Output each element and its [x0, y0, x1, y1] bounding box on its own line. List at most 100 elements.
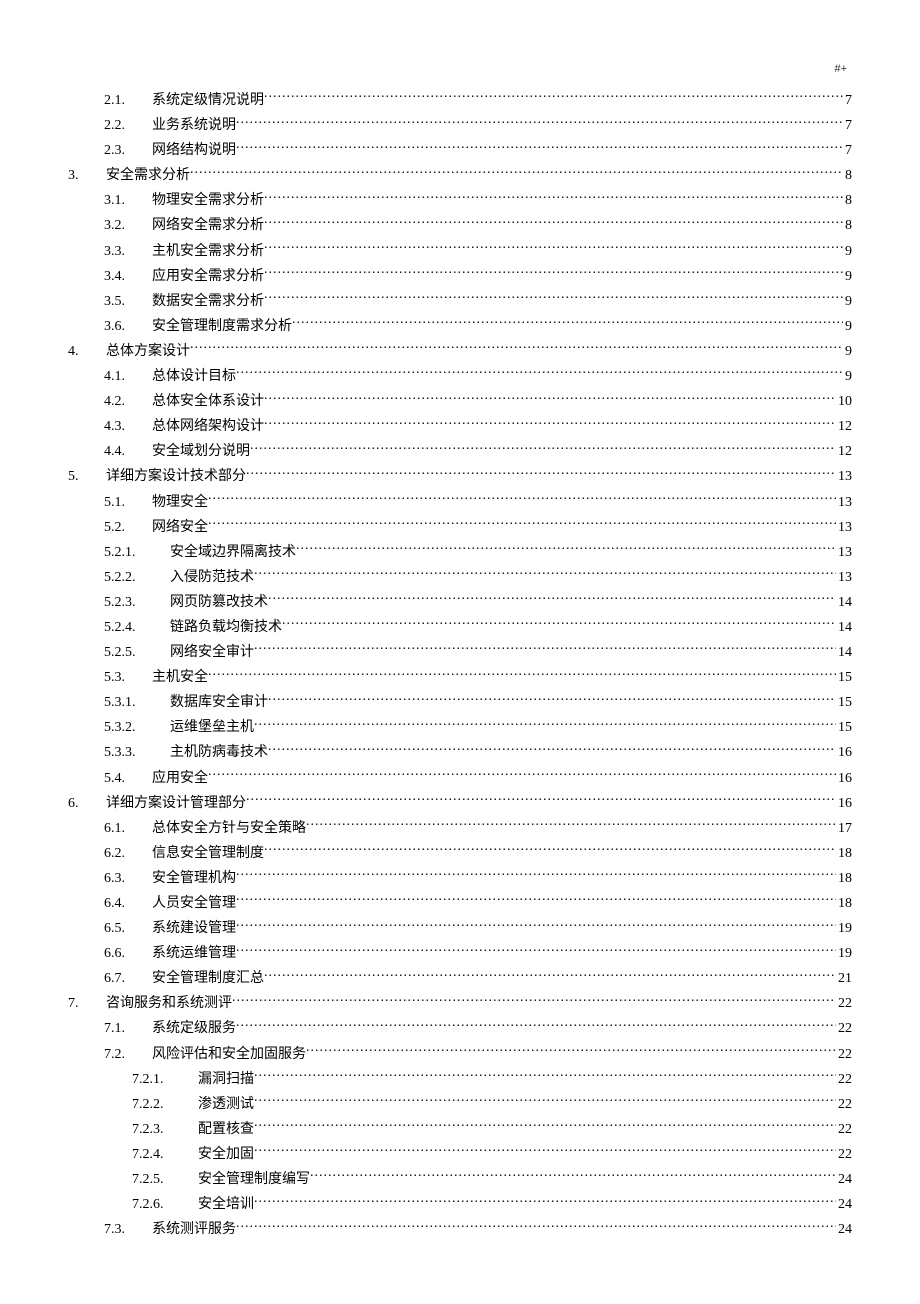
- toc-number: 6.4.: [104, 894, 140, 914]
- toc-leader-dots: [264, 291, 843, 305]
- toc-leader-dots: [268, 742, 836, 756]
- toc-number: 6.6.: [104, 944, 140, 964]
- toc-entry[interactable]: 3.安全需求分析8: [68, 165, 852, 186]
- toc-entry[interactable]: 7.1.系统定级服务22: [68, 1018, 852, 1039]
- toc-leader-dots: [254, 1194, 836, 1208]
- toc-page-number: 12: [836, 442, 852, 462]
- toc-title: 数据安全需求分析: [152, 292, 264, 312]
- toc-entry[interactable]: 4.总体方案设计9: [68, 341, 852, 362]
- toc-page-number: 22: [836, 1045, 852, 1065]
- toc-leader-dots: [296, 542, 836, 556]
- toc-leader-dots: [208, 667, 836, 681]
- toc-entry[interactable]: 2.1.系统定级情况说明7: [68, 90, 852, 111]
- toc-entry[interactable]: 5.2.4.链路负载均衡技术14: [68, 617, 852, 638]
- toc-leader-dots: [232, 993, 836, 1007]
- toc-entry[interactable]: 7.2.6.安全培训24: [68, 1194, 852, 1215]
- toc-entry[interactable]: 5.3.主机安全15: [68, 667, 852, 688]
- toc-title: 系统运维管理: [152, 944, 236, 964]
- toc-leader-dots: [268, 592, 836, 606]
- toc-entry[interactable]: 6.3.安全管理机构18: [68, 868, 852, 889]
- toc-entry[interactable]: 4.4.安全域划分说明12: [68, 441, 852, 462]
- toc-entry[interactable]: 6.4. 人员安全管理 18: [68, 893, 852, 914]
- toc-page-number: 18: [836, 894, 852, 914]
- toc-entry[interactable]: 6.2.信息安全管理制度18: [68, 843, 852, 864]
- toc-page-number: 22: [836, 1019, 852, 1039]
- toc-number: 5.3.3.: [104, 743, 158, 763]
- toc-leader-dots: [254, 1094, 836, 1108]
- toc-leader-dots: [236, 140, 843, 154]
- toc-page-number: 19: [836, 919, 852, 939]
- toc-entry[interactable]: 3.2.网络安全需求分析8: [68, 215, 852, 236]
- toc-title: 安全管理制度编写: [198, 1170, 310, 1190]
- toc-entry[interactable]: 5.3.3.主机防病毒技术16: [68, 742, 852, 763]
- toc-entry[interactable]: 7.2.5.安全管理制度编写24: [68, 1169, 852, 1190]
- toc-leader-dots: [208, 768, 836, 782]
- toc-entry[interactable]: 4.1.总体设计目标9: [68, 366, 852, 387]
- toc-entry[interactable]: 6.5.系统建设管理19: [68, 918, 852, 939]
- toc-number: 6.3.: [104, 869, 140, 889]
- toc-leader-dots: [264, 190, 843, 204]
- toc-number: 3.1.: [104, 191, 140, 211]
- toc-entry[interactable]: 3.1.物理安全需求分析8: [68, 190, 852, 211]
- toc-number: 3.2.: [104, 216, 140, 236]
- toc-entry[interactable]: 3.3.主机安全需求分析9: [68, 241, 852, 262]
- toc-entry[interactable]: 5.2.3.网页防篡改技术14: [68, 592, 852, 613]
- toc-page-number: 7: [843, 141, 852, 161]
- toc-leader-dots: [264, 391, 836, 405]
- toc-entry[interactable]: 4.2.总体安全体系设计10: [68, 391, 852, 412]
- toc-leader-dots: [254, 567, 836, 581]
- toc-entry[interactable]: 5.3.1.数据库安全审计15: [68, 692, 852, 713]
- toc-leader-dots: [310, 1169, 836, 1183]
- toc-entry[interactable]: 7.2.1.漏洞扫描22: [68, 1069, 852, 1090]
- toc-entry[interactable]: 5.2.2.入侵防范技术13: [68, 567, 852, 588]
- toc-entry[interactable]: 6.详细方案设计管理部分16: [68, 793, 852, 814]
- toc-title: 信息安全管理制度: [152, 844, 264, 864]
- toc-number: 3.: [68, 166, 96, 186]
- toc-entry[interactable]: 6.1. 总体安全方针与安全策略 17: [68, 818, 852, 839]
- toc-entry[interactable]: 6.6.系统运维管理19: [68, 943, 852, 964]
- toc-number: 7.2.5.: [132, 1170, 186, 1190]
- toc-entry[interactable]: 5.2.网络安全13: [68, 517, 852, 538]
- toc-entry[interactable]: 3.6.安全管理制度需求分析9: [68, 316, 852, 337]
- toc-entry[interactable]: 7.2.2.渗透测试22: [68, 1094, 852, 1115]
- toc-entry[interactable]: 5.2.5.网络安全审计14: [68, 642, 852, 663]
- toc-title: 人员安全管理: [152, 894, 236, 914]
- toc-title: 物理安全: [152, 493, 208, 513]
- toc-entry[interactable]: 7.2.4.安全加固22: [68, 1144, 852, 1165]
- toc-number: 6.1.: [104, 819, 140, 839]
- toc-entry[interactable]: 5.详细方案设计技术部分13: [68, 466, 852, 487]
- toc-entry[interactable]: 5.1.物理安全13: [68, 492, 852, 513]
- toc-number: 7.: [68, 994, 96, 1014]
- toc-number: 5.2.1.: [104, 543, 158, 563]
- toc-page-number: 13: [836, 467, 852, 487]
- toc-number: 5.3.: [104, 668, 140, 688]
- toc-entry[interactable]: 5.3.2.运维堡垒主机15: [68, 717, 852, 738]
- toc-title: 渗透测试: [198, 1095, 254, 1115]
- toc-entry[interactable]: 4.3.总体网络架构设计12: [68, 416, 852, 437]
- toc-leader-dots: [236, 366, 843, 380]
- toc-entry[interactable]: 7.2.风险评估和安全加固服务22: [68, 1044, 852, 1065]
- toc-entry[interactable]: 7.咨询服务和系统测评22: [68, 993, 852, 1014]
- toc-title: 业务系统说明: [152, 116, 236, 136]
- toc-entry[interactable]: 2.3.网络结构说明7: [68, 140, 852, 161]
- toc-entry[interactable]: 5.2.1.安全域边界隔离技术13: [68, 542, 852, 563]
- toc-entry[interactable]: 3.4.应用安全需求分析9: [68, 266, 852, 287]
- toc-entry[interactable]: 2.2.业务系统说明7: [68, 115, 852, 136]
- toc-page-number: 17: [836, 819, 852, 839]
- toc-entry[interactable]: 3.5.数据安全需求分析9: [68, 291, 852, 312]
- toc-entry[interactable]: 7.2.3.配置核查22: [68, 1119, 852, 1140]
- toc-title: 总体安全方针与安全策略: [152, 819, 306, 839]
- toc-entry[interactable]: 5.4.应用安全16: [68, 768, 852, 789]
- toc-entry[interactable]: 7.3.系统测评服务24: [68, 1219, 852, 1240]
- toc-page-number: 8: [843, 191, 852, 211]
- toc-leader-dots: [264, 215, 843, 229]
- toc-page-number: 12: [836, 417, 852, 437]
- toc-number: 2.3.: [104, 141, 140, 161]
- toc-leader-dots: [264, 968, 836, 982]
- toc-page-number: 10: [836, 392, 852, 412]
- toc-leader-dots: [254, 642, 836, 656]
- toc-leader-dots: [282, 617, 836, 631]
- toc-entry[interactable]: 6.7.安全管理制度汇总21: [68, 968, 852, 989]
- toc-number: 7.2.2.: [132, 1095, 186, 1115]
- toc-title: 安全需求分析: [106, 166, 190, 186]
